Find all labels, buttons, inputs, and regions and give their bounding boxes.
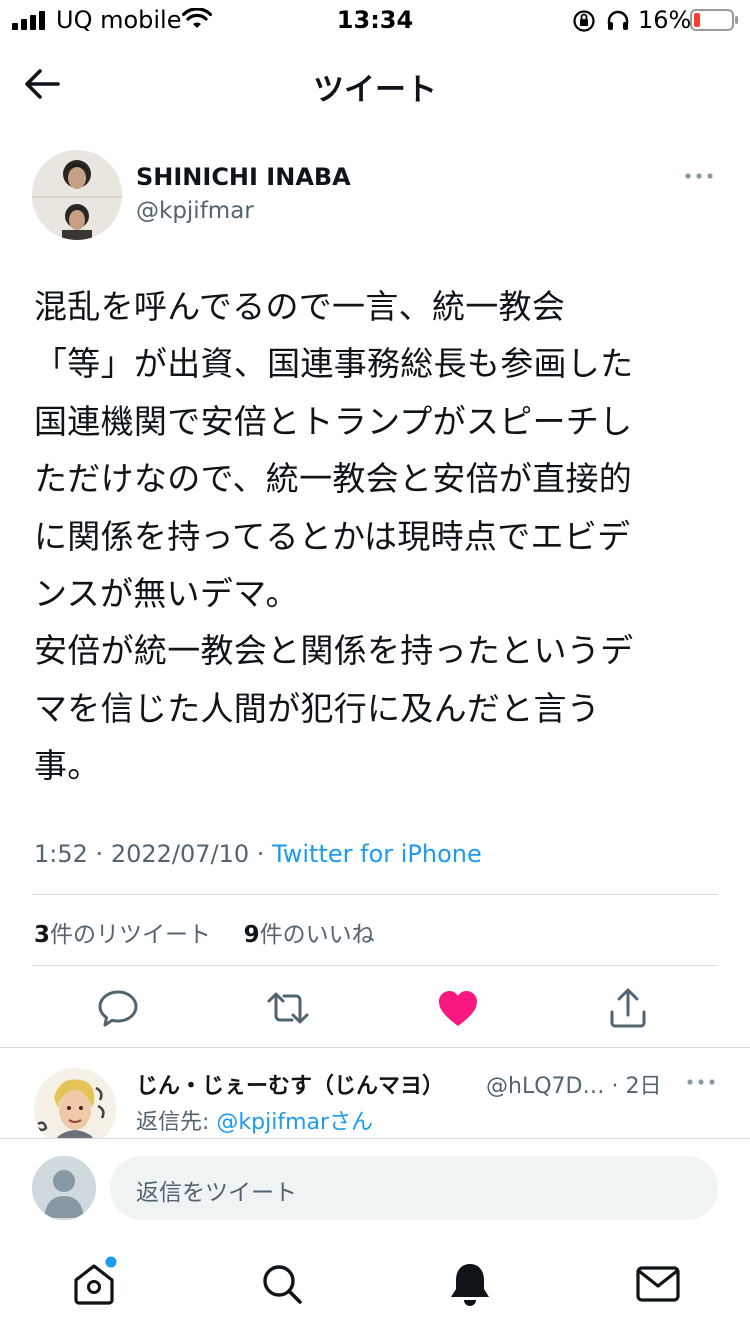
reply-input-placeholder: 返信をツイート: [136, 1180, 297, 1206]
reply-to-label: 返信先:: [136, 1110, 217, 1135]
tweet-meta: 1:52 · 2022/07/10 · Twitter for iPhone: [34, 840, 482, 868]
more-options-icon[interactable]: [684, 166, 714, 186]
divider: [32, 894, 718, 895]
home-icon[interactable]: [66, 1256, 122, 1312]
headphones-icon: [607, 10, 629, 30]
page-title: ツイート: [313, 72, 437, 108]
reply-to-user-link[interactable]: @kpjifmarさん: [216, 1110, 373, 1135]
battery-percent: 16%: [638, 6, 692, 34]
reply-icon[interactable]: [96, 986, 140, 1030]
reply-to-line: 返信先: @kpjifmarさん: [136, 1104, 373, 1136]
arrow-left-icon[interactable]: [22, 62, 62, 106]
notifications-icon[interactable]: [442, 1256, 498, 1312]
divider: [0, 1047, 750, 1048]
search-icon[interactable]: [254, 1256, 310, 1312]
composer-avatar: [32, 1156, 96, 1220]
reply-age: 2日: [625, 1074, 662, 1099]
likes-stat[interactable]: 9件のいいね: [244, 922, 375, 948]
like-icon[interactable]: [436, 986, 480, 1030]
author-name[interactable]: SHINICHI INABA: [136, 163, 351, 191]
author-handle[interactable]: @kpjifmar: [136, 198, 254, 224]
notification-dot: [105, 1256, 117, 1268]
reply-meta: @hLQ7D… · 2日: [486, 1068, 661, 1100]
retweet-icon[interactable]: [266, 986, 310, 1030]
author-avatar[interactable]: [32, 150, 122, 240]
avatar-photo: [32, 150, 122, 240]
reply-author-handle[interactable]: @hLQ7D…: [486, 1074, 604, 1099]
divider: [32, 965, 718, 966]
tweet-time: 1:52: [34, 840, 88, 868]
battery-icon: [690, 9, 738, 31]
status-bar: UQ mobile 13:34 16%: [0, 0, 750, 40]
meta-separator: ·: [256, 840, 273, 868]
tweet-source-link[interactable]: Twitter for iPhone: [272, 840, 482, 868]
orientation-lock-icon: [573, 10, 595, 32]
reply-more-options-icon[interactable]: [686, 1072, 716, 1092]
tweet-stats: 3件のリツイート 9件のいいね: [34, 915, 375, 949]
tweet-text: 混乱を呼んでるので一言、統一教会 「等」が出資、国連事務総長も参画した 国連機関…: [34, 287, 634, 786]
meta-separator: ·: [95, 840, 111, 868]
default-avatar-icon: [32, 1156, 96, 1220]
meta-separator: ·: [604, 1074, 626, 1099]
share-icon[interactable]: [606, 986, 650, 1030]
retweets-stat[interactable]: 3件のリツイート: [34, 922, 211, 948]
reply-author-name[interactable]: じん・じぇーむす（じんマヨ）: [136, 1068, 444, 1100]
tweet-date: 2022/07/10: [110, 840, 250, 868]
messages-icon[interactable]: [630, 1256, 686, 1312]
